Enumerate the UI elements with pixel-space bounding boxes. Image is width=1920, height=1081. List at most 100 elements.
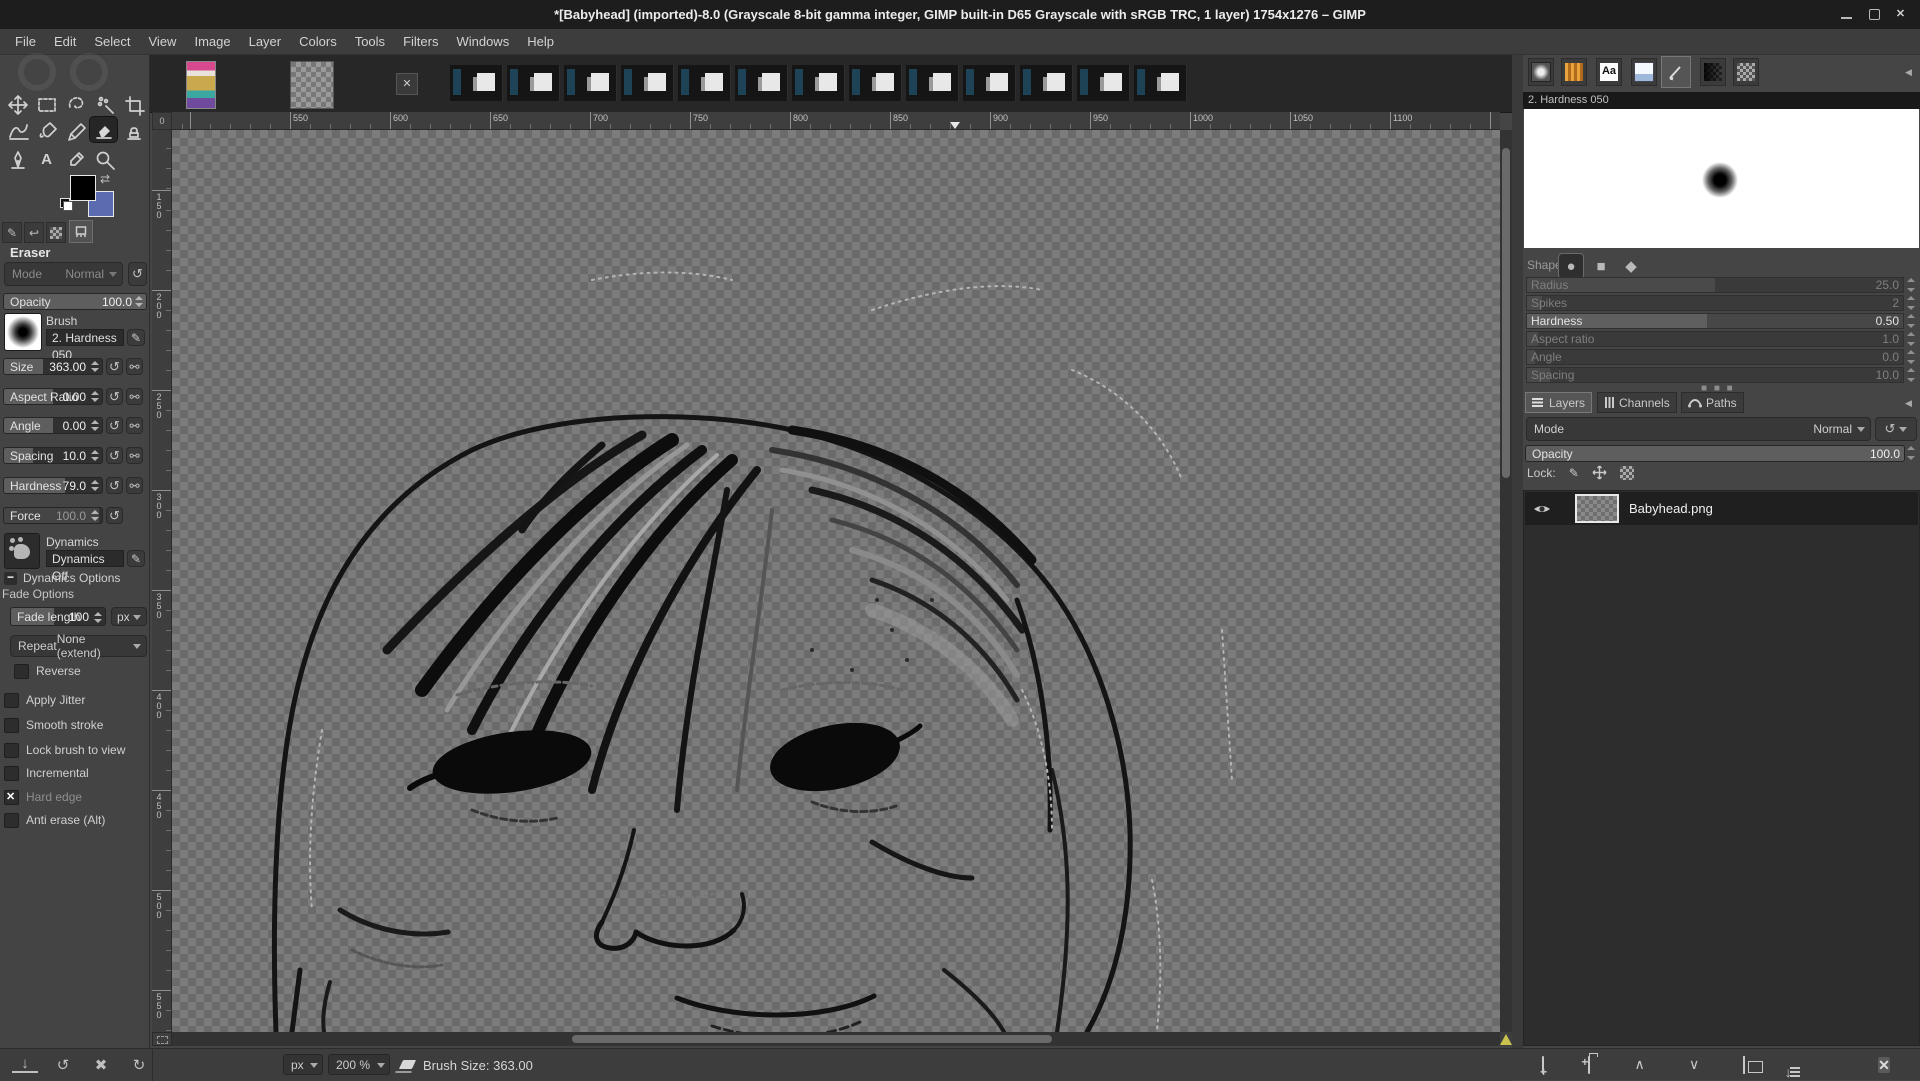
free-select-tool[interactable] — [62, 92, 89, 117]
eraser-tool[interactable] — [90, 117, 117, 142]
checkbox-reverse[interactable]: Reverse — [14, 663, 81, 679]
hardness-editor-slider[interactable]: Hardness 0.50 — [1526, 313, 1904, 329]
vertical-scrollbar-thumb[interactable] — [1502, 148, 1510, 478]
layer-mode-dropdown[interactable]: Mode Normal — [1526, 417, 1871, 441]
horizontal-scrollbar-thumb[interactable] — [572, 1035, 1052, 1043]
navigation-preview-button[interactable] — [1500, 1032, 1512, 1046]
tab-gradients[interactable] — [1700, 58, 1726, 86]
spin-buttons[interactable] — [92, 611, 103, 624]
lock-pixels-icon[interactable]: ✎ — [1569, 466, 1579, 480]
brush-name-field[interactable]: 2. Hardness 050 — [46, 329, 124, 362]
spacing-link-button[interactable]: ⚯ — [126, 447, 143, 464]
canvas[interactable] — [172, 130, 1500, 1081]
zoom-tool[interactable] — [91, 147, 118, 172]
edit-brush-button[interactable]: ✎ — [127, 329, 145, 346]
vertical-ruler[interactable]: 150 200 250 300 350 400 450 500 550 — [152, 130, 172, 1032]
shape-circle-button[interactable]: ● — [1559, 254, 1583, 278]
close-image-button[interactable]: ✕ — [396, 73, 418, 95]
history-thumbnail[interactable] — [792, 65, 845, 101]
spacing-editor-slider[interactable]: Spacing 10.0 — [1526, 367, 1904, 383]
fuzzy-select-tool[interactable] — [91, 92, 118, 117]
color-picker-tool[interactable] — [62, 147, 89, 172]
ink-tool[interactable] — [4, 147, 31, 172]
checkbox-lock-brush-to-view[interactable]: Lock brush to view — [4, 742, 125, 758]
spin-buttons[interactable] — [1906, 367, 1917, 383]
crop-tool[interactable] — [120, 92, 147, 117]
history-thumbnail[interactable] — [735, 65, 788, 101]
dynamics-options-expander[interactable]: − — [4, 571, 17, 585]
tab-paths[interactable]: Paths — [1681, 392, 1744, 413]
spin-buttons[interactable] — [89, 449, 100, 462]
history-thumbnail[interactable] — [1134, 65, 1187, 101]
reset-tool-button[interactable]: ↻ — [126, 1056, 152, 1074]
mode-reset-button[interactable]: ↺ — [128, 262, 147, 286]
image-thumbnail-babyhead[interactable] — [290, 61, 334, 109]
close-button[interactable] — [1893, 7, 1908, 22]
tab-document-history[interactable] — [1631, 58, 1657, 86]
angle-link-button[interactable]: ⚯ — [126, 417, 143, 434]
menu-edit[interactable]: Edit — [45, 31, 85, 52]
aspect-ratio-slider[interactable]: Aspect Ratio 0.00 — [3, 388, 103, 405]
spin-buttons[interactable] — [89, 509, 100, 522]
spin-buttons[interactable] — [1906, 295, 1917, 311]
spin-buttons[interactable] — [1906, 313, 1917, 329]
history-thumbnail[interactable] — [678, 65, 731, 101]
layer-opacity-slider[interactable]: Opacity 100.0 — [1525, 445, 1905, 462]
tab-menu-arrow-icon[interactable]: ◀ — [1905, 67, 1912, 78]
menu-filters[interactable]: Filters — [394, 31, 447, 52]
force-slider[interactable]: Force 100.0 — [3, 507, 103, 524]
menu-windows[interactable]: Windows — [447, 31, 518, 52]
swap-colors-icon[interactable]: ⇄ — [100, 172, 110, 186]
image-thumbnail-magazine[interactable] — [186, 61, 216, 109]
hardness-reset-button[interactable]: ↺ — [106, 477, 123, 494]
new-layer-group-button[interactable] — [1588, 1055, 1591, 1074]
tab-palettes[interactable] — [1733, 58, 1759, 86]
spin-buttons[interactable] — [1906, 331, 1917, 347]
checkbox-incremental[interactable]: Incremental — [4, 765, 89, 781]
angle-editor-slider[interactable]: Angle 0.0 — [1526, 349, 1904, 365]
checkbox-apply-jitter[interactable]: Apply Jitter — [4, 692, 85, 708]
visibility-eye-icon[interactable] — [1533, 503, 1551, 515]
spin-buttons[interactable] — [1906, 349, 1917, 365]
maximize-button[interactable] — [1867, 7, 1882, 22]
menu-layer[interactable]: Layer — [240, 31, 291, 52]
tab-channels[interactable]: Channels — [1597, 392, 1677, 413]
repeat-dropdown[interactable]: Repeat None (extend) — [10, 632, 147, 660]
checkbox-anti-erase[interactable]: Anti erase (Alt) — [4, 812, 105, 828]
duplicate-layer-button[interactable] — [1743, 1055, 1746, 1074]
rectangle-select-tool[interactable] — [33, 92, 60, 117]
dynamics-field[interactable]: Dynamics Off — [46, 550, 124, 583]
restore-preset-button[interactable]: ↺ — [50, 1056, 76, 1074]
new-layer-button[interactable] — [1542, 1055, 1545, 1074]
lock-position-icon[interactable] — [1592, 465, 1607, 480]
text-tool[interactable]: A — [33, 147, 60, 172]
horizontal-scrollbar[interactable] — [172, 1032, 1500, 1046]
layer-mode-options-button[interactable]: ↺ — [1875, 417, 1917, 441]
size-slider[interactable]: Size 363.00 — [3, 358, 103, 375]
history-thumbnail[interactable] — [1020, 65, 1073, 101]
spin-buttons[interactable] — [133, 295, 144, 308]
fade-unit-dropdown[interactable]: px — [111, 607, 147, 626]
tab-paintbrush-active[interactable] — [1661, 56, 1691, 88]
aspect-link-button[interactable]: ⚯ — [126, 388, 143, 405]
bucket-fill-tool[interactable] — [33, 118, 60, 143]
shape-diamond-button[interactable]: ◆ — [1619, 254, 1643, 278]
spacing-slider[interactable]: Spacing 10.0 — [3, 447, 103, 464]
history-thumbnail[interactable] — [564, 65, 617, 101]
tab-tool-options-info[interactable]: ✎ — [2, 222, 22, 243]
size-reset-button[interactable]: ↺ — [106, 358, 123, 375]
edit-dynamics-button[interactable]: ✎ — [127, 550, 145, 567]
force-reset-button[interactable]: ↺ — [106, 507, 123, 524]
shape-square-button[interactable]: ■ — [1589, 254, 1613, 278]
tab-menu-arrow-icon[interactable]: ◀ — [1905, 398, 1912, 409]
pencil-tool[interactable] — [62, 118, 89, 143]
checkbox-hard-edge[interactable]: Hard edge — [4, 789, 82, 805]
delete-preset-button[interactable]: ✖ — [88, 1056, 114, 1074]
clone-tool[interactable] — [120, 118, 147, 143]
menu-tools[interactable]: Tools — [346, 31, 394, 52]
hardness-link-button[interactable]: ⚯ — [126, 477, 143, 494]
move-tool[interactable] — [4, 92, 31, 117]
size-link-button[interactable]: ⚯ — [126, 358, 143, 375]
hardness-slider[interactable]: Hardness 79.0 — [3, 477, 103, 494]
unit-dropdown[interactable]: px — [283, 1054, 323, 1075]
